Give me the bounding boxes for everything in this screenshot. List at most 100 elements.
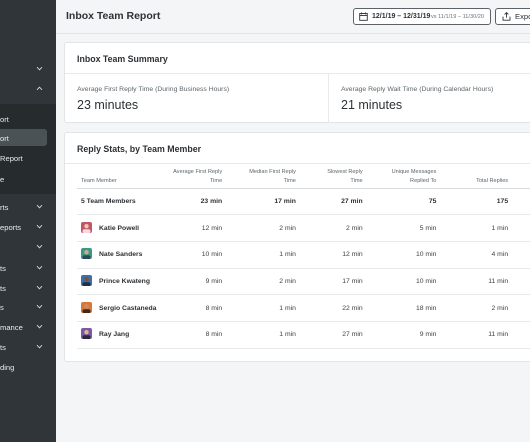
sidebar-item-11[interactable]: ding	[0, 359, 56, 377]
metric-first-reply: Average First Reply Time (During Busines…	[65, 74, 329, 123]
table-row[interactable]: Prince Kwateng 9 min 2 min 17 min 10 min…	[77, 268, 530, 296]
avatar	[81, 248, 92, 260]
chevron-down-icon	[36, 65, 43, 72]
member-name: Ray Jang	[99, 331, 130, 339]
calendar-icon	[359, 12, 368, 21]
cell-unique: 5 min	[362, 214, 437, 242]
cell-avg: 8 min	[156, 321, 223, 349]
cell-total: 1 min	[436, 214, 509, 242]
table-row[interactable]: Katie Powell 12 min 2 min 2 min 5 min 1 …	[77, 214, 530, 242]
metric-value: 23 minutes	[77, 98, 139, 112]
sidebar-item-6[interactable]: ts	[0, 260, 56, 278]
table-row[interactable]: Sergio Castaneda 8 min 1 min 22 min 18 m…	[77, 294, 530, 322]
cell-median: 1 min	[222, 321, 296, 349]
team-member-cell: Prince Kwateng	[77, 268, 157, 296]
cell-total: 11 min	[436, 321, 509, 349]
cell-unique: 75	[362, 188, 437, 216]
date-range-picker[interactable]: 12/1/19 – 12/31/19 vs 11/1/19 – 11/30/20	[353, 8, 491, 25]
column-header-line: Slowest Reply	[327, 168, 363, 175]
sidebar-item-label: ort	[0, 115, 9, 124]
column-header-line: Unique Messages	[391, 168, 437, 175]
cell-unique: 18 min	[362, 294, 437, 322]
cell-avg: 10 min	[156, 241, 223, 269]
page-header: Inbox Team Report 12/1/19 – 12/31/19 vs …	[56, 0, 530, 34]
cell-avg: 23 min	[156, 188, 223, 216]
export-icon	[502, 11, 511, 21]
avatar	[81, 221, 92, 233]
team-member-cell: Ray Jang	[77, 321, 157, 349]
sidebar: ort ort Report e rts eports ts ts s manc…	[0, 0, 56, 442]
sidebar-item-5[interactable]	[0, 239, 56, 257]
team-member-cell: Katie Powell	[77, 214, 157, 242]
cell-slowest: 17 min	[295, 268, 363, 296]
column-header-team-member[interactable]: Team Member	[77, 166, 157, 189]
chevron-down-icon	[36, 264, 43, 271]
metric-label: Average First Reply Time (During Busines…	[77, 86, 230, 93]
column-header-avg-first-reply[interactable]: Average First Reply Time	[156, 166, 223, 189]
team-member-cell: Nate Sanders	[77, 241, 157, 269]
cell-unique: 10 min	[362, 241, 437, 269]
metric-value: 21 minutes	[341, 98, 403, 112]
cell-median: 1 min	[222, 294, 296, 322]
table-row[interactable]: Ray Jang 8 min 1 min 27 min 9 min 11 min	[77, 321, 530, 349]
cell-total: 175	[436, 188, 509, 216]
sidebar-subitem-3[interactable]: Report	[0, 150, 56, 168]
cell-slowest: 22 min	[295, 294, 363, 322]
sidebar-subitem-2-active[interactable]: ort	[0, 130, 56, 148]
sidebar-subitem-4[interactable]: e	[0, 171, 56, 189]
sidebar-item-1[interactable]	[0, 61, 56, 79]
member-name: Sergio Castaneda	[99, 304, 157, 312]
cell-avg: 12 min	[156, 214, 223, 242]
cell-spacer	[508, 321, 530, 349]
cell-total: 2 min	[436, 294, 509, 322]
column-header-total-replies[interactable]: Total Replies	[436, 166, 509, 189]
avatar	[81, 274, 92, 286]
sidebar-item-9[interactable]: mance	[0, 319, 56, 337]
sidebar-item-2[interactable]	[0, 81, 56, 99]
chevron-down-icon	[36, 343, 43, 350]
sidebar-subitem-1[interactable]: ort	[0, 111, 56, 129]
chevron-down-icon	[36, 243, 43, 250]
cell-spacer	[508, 188, 530, 216]
stats-title: Reply Stats, by Team Member	[77, 144, 202, 154]
reply-stats-card: Reply Stats, by Team Member Team Member …	[64, 132, 530, 362]
date-range-label: 12/1/19 – 12/31/19	[372, 13, 431, 20]
column-header-median-first-reply[interactable]: Median First Reply Time	[222, 166, 296, 189]
sidebar-item-8[interactable]: s	[0, 299, 56, 317]
cell-median: 2 min	[222, 268, 296, 296]
chevron-down-icon	[36, 223, 43, 230]
cell-slowest: 2 min	[295, 214, 363, 242]
summary-card: Inbox Team Summary Average First Reply T…	[64, 42, 530, 123]
column-header-line: Time	[209, 178, 223, 184]
column-header-unique-messages[interactable]: Unique Messages Replied To	[362, 166, 437, 189]
sidebar-item-label: rts	[0, 203, 9, 212]
sidebar-item-7[interactable]: ts	[0, 280, 56, 298]
cell-unique: 9 min	[362, 321, 437, 349]
sidebar-item-label: s	[0, 303, 4, 312]
page-title: Inbox Team Report	[66, 10, 161, 22]
sidebar-item-3[interactable]: rts	[0, 199, 56, 217]
column-header-line: Team Member	[81, 178, 117, 184]
cell-slowest: 27 min	[295, 188, 363, 216]
export-button[interactable]: Expo	[495, 8, 530, 25]
cell-slowest: 27 min	[295, 321, 363, 349]
column-header-line: Replied To	[410, 178, 437, 184]
chevron-down-icon	[36, 203, 43, 210]
sidebar-item-10[interactable]: ts	[0, 339, 56, 357]
avatar	[81, 301, 92, 313]
sidebar-item-4[interactable]: eports	[0, 219, 56, 237]
column-header-line: Average First Reply	[173, 168, 223, 175]
avatar	[81, 328, 92, 340]
column-header-slowest-reply[interactable]: Slowest Reply Time	[295, 166, 363, 189]
sidebar-item-label: ort	[0, 134, 9, 143]
column-header-line: Median First Reply	[249, 168, 296, 175]
sidebar-item-label: ts	[0, 343, 6, 352]
member-name: Katie Powell	[99, 224, 140, 232]
table-row[interactable]: Nate Sanders 10 min 1 min 12 min 10 min …	[77, 241, 530, 269]
cell-avg: 8 min	[156, 294, 223, 322]
sidebar-item-label: Report	[0, 154, 23, 163]
metric-label: Average Reply Wait Time (During Calendar…	[341, 86, 494, 93]
member-name: Nate Sanders	[99, 251, 143, 259]
summary-title: Inbox Team Summary	[77, 54, 168, 64]
sidebar-item-label: ding	[0, 363, 15, 372]
